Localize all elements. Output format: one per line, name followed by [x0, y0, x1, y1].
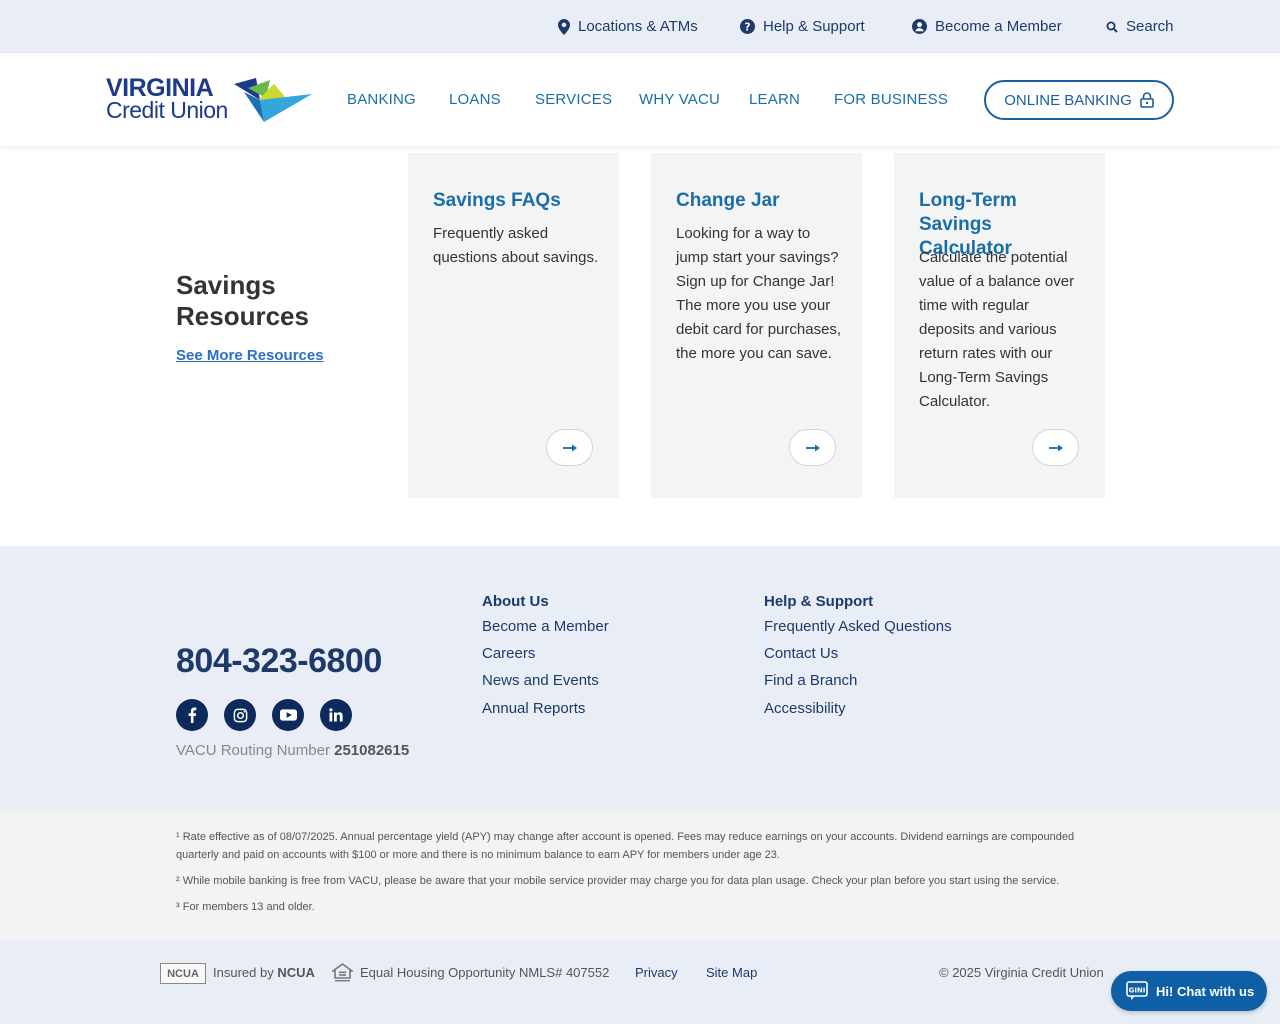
locations-link[interactable]: Locations & ATMs — [558, 0, 698, 53]
insured-by-label: Insured by — [213, 965, 274, 980]
locations-label: Locations & ATMs — [578, 18, 698, 35]
nav-loans[interactable]: LOANS — [449, 53, 501, 146]
resource-card-savings-calculator[interactable]: Long-Term Savings Calculator Calculate t… — [894, 153, 1105, 498]
nav-why-vacu[interactable]: WHY VACU — [639, 53, 720, 146]
become-member-link[interactable]: Become a Member — [912, 0, 1062, 53]
arrow-right-icon — [1048, 444, 1063, 451]
privacy-link[interactable]: Privacy — [635, 965, 678, 980]
sitemap-link[interactable]: Site Map — [706, 965, 757, 980]
footer-link-become-member[interactable]: Become a Member — [482, 618, 609, 635]
search-icon — [1106, 21, 1118, 33]
ncua-label: NCUA — [277, 965, 315, 980]
footer-link-contact[interactable]: Contact Us — [764, 645, 838, 662]
question-circle-icon: ? — [740, 19, 755, 34]
help-link[interactable]: ? Help & Support — [740, 0, 865, 53]
card-arrow-button[interactable] — [546, 429, 593, 466]
search-link[interactable]: Search — [1106, 0, 1174, 53]
footer-link-news-events[interactable]: News and Events — [482, 672, 599, 689]
insured-by-text: Insured by NCUA — [213, 965, 315, 980]
footer-link-annual-reports[interactable]: Annual Reports — [482, 700, 585, 717]
lock-icon — [1139, 92, 1154, 108]
card-arrow-button[interactable] — [789, 429, 836, 466]
logo-mark-icon — [234, 78, 312, 122]
chat-label: Hi! Chat with us — [1156, 983, 1255, 999]
copyright-text: © 2025 Virginia Credit Union — [939, 965, 1104, 980]
routing-number-line: VACU Routing Number 251082615 — [176, 742, 409, 759]
disclosure-2: ² While mobile banking is free from VACU… — [176, 875, 1060, 887]
card-description: Calculate the potential value of a balan… — [919, 249, 1075, 410]
disclosure-3: ³ For members 13 and older. — [176, 901, 315, 913]
nav-for-business[interactable]: FOR BUSINESS — [834, 53, 948, 146]
disclosure-1: ¹ Rate effective as of 08/07/2025. Annua… — [176, 831, 1075, 861]
linkedin-icon[interactable] — [320, 699, 352, 731]
routing-number: 251082615 — [334, 742, 410, 759]
resource-card-savings-faqs[interactable]: Savings FAQs Frequently asked questions … — [408, 153, 619, 498]
chat-button[interactable]: GINI Hi! Chat with us — [1111, 971, 1267, 1011]
instagram-icon[interactable] — [224, 699, 256, 731]
resource-card-change-jar[interactable]: Change Jar Looking for a way to jump sta… — [651, 153, 862, 498]
see-more-resources-link[interactable]: See More Resources — [176, 347, 324, 364]
equal-housing-icon — [332, 963, 353, 982]
card-title: Savings FAQs — [433, 190, 561, 211]
arrow-right-icon — [562, 444, 577, 451]
nav-learn[interactable]: LEARN — [749, 53, 800, 146]
map-pin-icon — [558, 18, 570, 35]
card-title: Change Jar — [676, 190, 780, 211]
footer-link-careers[interactable]: Careers — [482, 645, 535, 662]
arrow-right-icon — [805, 444, 820, 451]
nav-services[interactable]: SERVICES — [535, 53, 612, 146]
member-label: Become a Member — [935, 18, 1062, 35]
disclosures-section: ¹ Rate effective as of 08/07/2025. Annua… — [0, 811, 1280, 940]
ncua-badge: NCUA — [160, 963, 206, 984]
routing-label: VACU Routing Number — [176, 742, 330, 759]
about-us-heading: About Us — [482, 593, 549, 610]
online-banking-label: ONLINE BANKING — [1004, 91, 1132, 109]
equal-housing-text: Equal Housing Opportunity NMLS# 407552 — [360, 965, 610, 980]
chat-bubble-icon: GINI — [1126, 981, 1148, 1000]
logo-line-2: Credit Union — [106, 97, 228, 123]
footer-link-faq[interactable]: Frequently Asked Questions — [764, 618, 952, 635]
chat-badge-text: GINI — [1129, 987, 1146, 995]
nav-banking[interactable]: BANKING — [347, 53, 416, 146]
user-circle-icon — [912, 19, 927, 34]
card-description: Frequently asked questions about savings… — [433, 225, 599, 266]
savings-resources-heading: Savings Resources — [176, 270, 309, 331]
search-label: Search — [1126, 18, 1174, 35]
footer-link-find-branch[interactable]: Find a Branch — [764, 672, 857, 689]
phone-number[interactable]: 804-323-6800 — [176, 642, 382, 681]
svg-text:?: ? — [745, 21, 751, 33]
footer-link-accessibility[interactable]: Accessibility — [764, 700, 846, 717]
help-label: Help & Support — [763, 18, 865, 35]
site-footer: 804-323-6800 VACU Routing Number 2510826… — [0, 546, 1280, 811]
youtube-icon[interactable] — [272, 699, 304, 731]
vacu-logo[interactable]: VIRGINIA Credit Union — [106, 76, 316, 126]
bottom-bar: NCUA Insured by NCUA Equal Housing Oppor… — [0, 940, 1280, 1024]
card-arrow-button[interactable] — [1032, 429, 1079, 466]
card-description: Looking for a way to jump start your sav… — [676, 225, 842, 362]
main-header: VIRGINIA Credit Union BANKING LOANS SERV… — [0, 53, 1280, 146]
online-banking-button[interactable]: ONLINE BANKING — [984, 80, 1174, 120]
facebook-icon[interactable] — [176, 699, 208, 731]
help-support-heading: Help & Support — [764, 593, 874, 610]
utility-bar: Locations & ATMs ? Help & Support Become… — [0, 0, 1280, 53]
